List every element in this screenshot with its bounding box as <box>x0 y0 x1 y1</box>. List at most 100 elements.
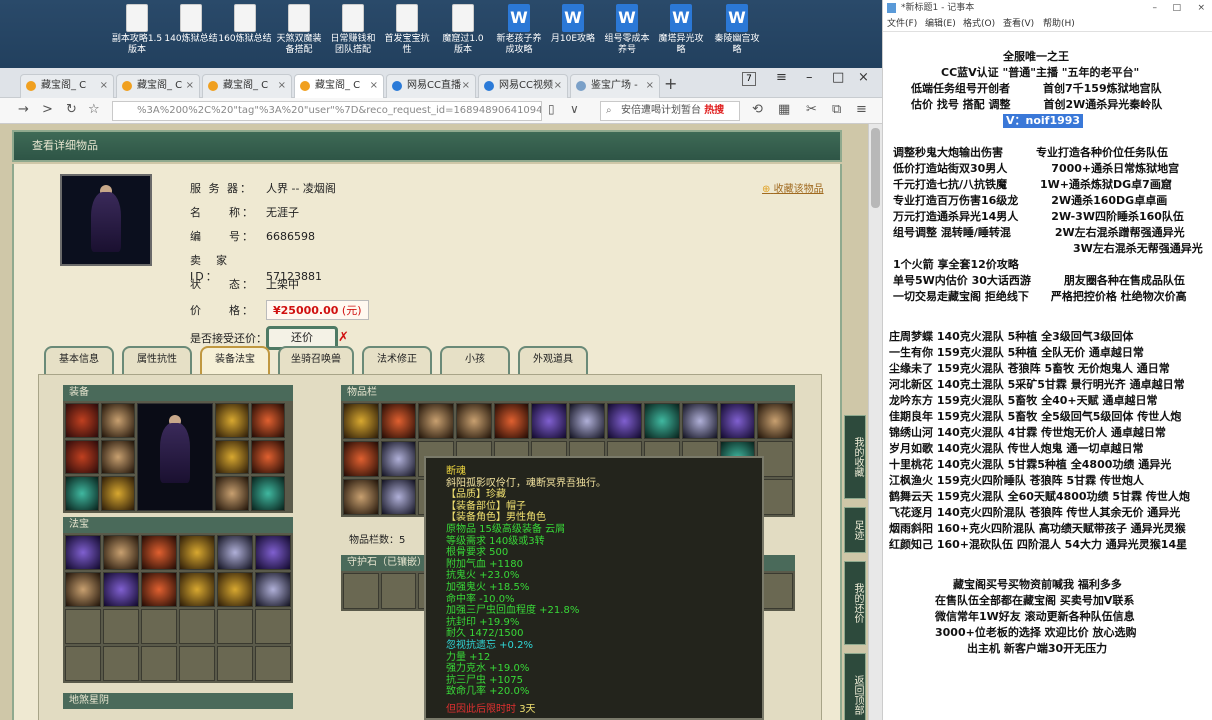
tab-equipment[interactable]: 装备法宝 <box>200 346 270 374</box>
menu-help[interactable]: 帮助(H) <box>1043 16 1075 32</box>
menu-format[interactable]: 格式(O) <box>963 16 995 32</box>
close-icon[interactable]: × <box>462 75 470 97</box>
treasure-slot[interactable] <box>217 609 253 644</box>
page-scrollbar[interactable] <box>868 124 882 720</box>
inventory-slot[interactable] <box>531 403 567 439</box>
forward-icon[interactable]: > <box>42 102 53 117</box>
treasure-slot[interactable] <box>255 646 291 681</box>
menu-edit[interactable]: 编辑(E) <box>925 16 956 32</box>
treasure-slot[interactable] <box>141 535 177 570</box>
puzzle-icon[interactable]: ⧉ <box>832 102 841 117</box>
search-input[interactable]: ⌕ 安倍遭喝计划暂台 热搜 <box>600 101 740 121</box>
browser-tab[interactable]: 藏宝阁_ C × <box>116 74 200 98</box>
desktop-file[interactable]: 160炼狱总结 <box>218 2 272 64</box>
more-icon[interactable]: ≡ <box>856 102 867 117</box>
inventory-slot[interactable] <box>569 403 605 439</box>
back-to-top-button[interactable]: 返回顶部 <box>844 653 866 720</box>
equip-slot[interactable] <box>65 403 99 438</box>
reload-icon[interactable]: ↻ <box>66 102 77 117</box>
desktop-file[interactable]: 魔窟过1.0 版本 <box>436 2 490 64</box>
back-icon[interactable]: → <box>18 102 29 117</box>
treasure-slot[interactable] <box>255 609 291 644</box>
bookmark-star-icon[interactable]: ☆ <box>88 102 100 117</box>
equip-slot[interactable] <box>215 403 249 438</box>
favorite-link[interactable]: ⊕ 收藏该物品 <box>762 180 824 195</box>
maximize-icon[interactable]: □ <box>832 70 844 85</box>
inventory-slot[interactable] <box>644 403 680 439</box>
treasure-slot[interactable] <box>255 535 291 570</box>
inventory-slot[interactable] <box>418 403 454 439</box>
equip-slot[interactable] <box>215 476 249 511</box>
inventory-slot[interactable] <box>343 441 379 477</box>
treasure-slot[interactable] <box>217 535 253 570</box>
tab-attributes[interactable]: 属性抗性 <box>122 346 192 374</box>
desktop-file[interactable]: 首发宝宝抗 性 <box>380 2 434 64</box>
guard-slot[interactable] <box>343 573 379 609</box>
desktop-file[interactable]: W 新老孩子养 成攻略 <box>492 2 546 64</box>
desktop-file[interactable]: 天煞双魔装 备搭配 <box>272 2 326 64</box>
treasure-slot[interactable] <box>103 646 139 681</box>
equip-slot[interactable] <box>101 403 135 438</box>
treasure-slot[interactable] <box>65 609 101 644</box>
equip-slot[interactable] <box>101 439 135 475</box>
equip-slot[interactable] <box>65 476 99 511</box>
notepad-text-area[interactable]: 全服唯一之王 CC蓝V认证 "普通"主播 "五年的老平台" 低端任务组号开创者 … <box>883 34 1212 720</box>
inventory-slot[interactable] <box>757 403 793 439</box>
new-tab-icon[interactable]: + <box>664 74 677 93</box>
equip-slot[interactable] <box>251 403 285 438</box>
my-favorites-button[interactable]: 我的收藏 <box>844 415 866 499</box>
guard-slot[interactable] <box>380 573 417 609</box>
browser-tab-active[interactable]: 藏宝阁_ C × <box>294 74 384 98</box>
tab-count-badge[interactable]: 7 <box>742 72 756 86</box>
treasure-slot[interactable] <box>65 535 101 570</box>
close-icon[interactable]: × <box>370 75 378 97</box>
menu-icon[interactable]: ≡ <box>776 70 787 85</box>
scissors-icon[interactable]: ✂ <box>806 102 817 117</box>
inventory-slot[interactable] <box>380 403 417 439</box>
browser-tab[interactable]: 网易CC直播 × <box>386 74 476 98</box>
inventory-slot[interactable] <box>493 403 530 439</box>
page-icon[interactable]: ▯ <box>548 102 555 116</box>
equip-slot[interactable] <box>215 439 249 475</box>
close-icon[interactable]: × <box>186 75 194 97</box>
close-icon[interactable]: × <box>646 75 654 97</box>
browser-tab[interactable]: 藏宝阁_ C × <box>202 74 292 98</box>
treasure-slot[interactable] <box>103 535 139 570</box>
footprint-button[interactable]: 足迹 <box>844 507 866 553</box>
desktop-file[interactable]: 日常赚钱和 团队搭配 <box>326 2 380 64</box>
desktop-file[interactable]: W 组号零成本 养号 <box>600 2 654 64</box>
inventory-slot[interactable] <box>380 441 417 477</box>
scrollbar-thumb[interactable] <box>871 128 880 208</box>
grid-icon[interactable]: ▦ <box>778 102 790 117</box>
tab-spells[interactable]: 法术修正 <box>362 346 432 374</box>
treasure-slot[interactable] <box>65 572 101 607</box>
equip-slot[interactable] <box>65 439 99 475</box>
desktop-file[interactable]: W 魔塔异光攻 略 <box>654 2 708 64</box>
treasure-slot[interactable] <box>65 646 101 681</box>
close-window-icon[interactable]: × <box>1197 0 1205 16</box>
treasure-slot[interactable] <box>255 572 291 607</box>
treasure-slot[interactable] <box>141 572 177 607</box>
menu-view[interactable]: 查看(V) <box>1003 16 1034 32</box>
close-icon[interactable]: × <box>278 75 286 97</box>
desktop-file[interactable]: W 月10E攻略 <box>546 2 600 64</box>
url-input[interactable]: %3A%200%2C%20"tag"%3A%20"user"%7D&reco_r… <box>112 101 542 121</box>
tab-appearance[interactable]: 外观道具 <box>518 346 588 374</box>
treasure-slot[interactable] <box>179 572 215 607</box>
treasure-slot[interactable] <box>103 609 139 644</box>
inventory-slot[interactable] <box>682 403 718 439</box>
treasure-slot[interactable] <box>179 646 215 681</box>
browser-tab[interactable]: 鉴宝广场 - × <box>570 74 660 98</box>
equip-slot[interactable] <box>251 476 285 511</box>
treasure-slot[interactable] <box>217 572 253 607</box>
close-window-icon[interactable]: × <box>858 70 869 85</box>
desktop-file[interactable]: W 秦陵幽宫攻 略 <box>710 2 764 64</box>
inventory-slot[interactable] <box>380 479 417 515</box>
equip-slot[interactable] <box>101 476 135 511</box>
treasure-slot[interactable] <box>217 646 253 681</box>
close-icon[interactable]: × <box>100 75 108 97</box>
treasure-slot[interactable] <box>179 535 215 570</box>
desktop-file[interactable]: 140炼狱总结 <box>164 2 218 64</box>
inventory-slot[interactable] <box>606 403 643 439</box>
inventory-slot[interactable] <box>719 403 756 439</box>
